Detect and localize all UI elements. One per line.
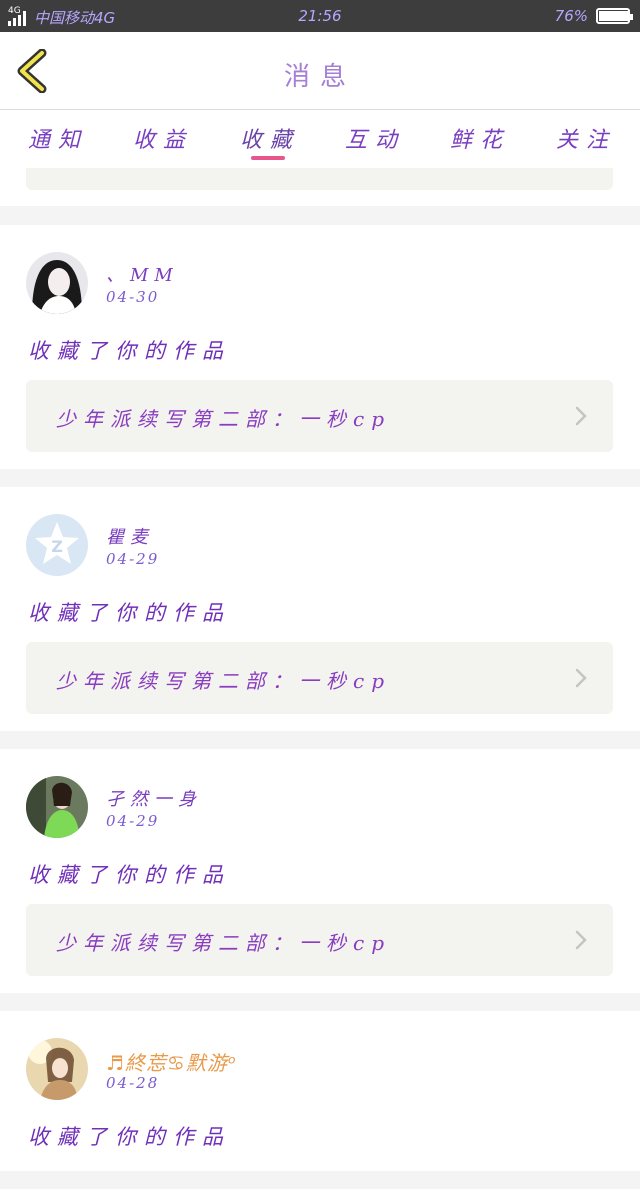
tab-notifications[interactable]: 通知 xyxy=(28,122,88,154)
work-card-partial[interactable] xyxy=(26,168,613,190)
tab-bar: 通知 收益 收藏 互动 鲜花 关注 xyxy=(0,110,640,168)
tab-earnings[interactable]: 收益 xyxy=(133,122,193,154)
tab-following[interactable]: 关注 xyxy=(556,122,616,154)
list-item: Z 瞿麦 04-29 收藏了你的作品 少年派续写第二部：一秒cp xyxy=(0,487,640,731)
chevron-right-icon xyxy=(575,930,587,950)
item-date: 04-28 xyxy=(106,1074,160,1092)
avatar[interactable] xyxy=(26,1038,88,1100)
avatar[interactable]: Z xyxy=(26,514,88,576)
list-item: 孑然一身 04-29 收藏了你的作品 少年派续写第二部：一秒cp xyxy=(0,749,640,993)
action-text: 收藏了你的作品 xyxy=(28,339,231,363)
user-name[interactable]: ♬終莣♋默游ᵒ xyxy=(106,1047,237,1076)
item-date: 04-29 xyxy=(106,812,160,830)
svg-text:Z: Z xyxy=(51,537,63,556)
status-right: 76% xyxy=(554,7,633,25)
status-bar: 4G 中国移动4G 21:56 76% xyxy=(0,0,640,32)
user-name[interactable]: 、MM xyxy=(106,261,179,287)
action-text: 收藏了你的作品 xyxy=(28,1125,231,1149)
avatar[interactable] xyxy=(26,252,88,314)
action-text: 收藏了你的作品 xyxy=(28,601,231,625)
work-card[interactable]: 少年派续写第二部：一秒cp xyxy=(26,642,613,714)
page-header: 消息 xyxy=(0,32,640,110)
work-title: 少年派续写第二部：一秒cp xyxy=(56,669,392,693)
tab-interactions[interactable]: 互动 xyxy=(345,122,405,154)
item-date: 04-30 xyxy=(106,288,160,306)
active-tab-indicator xyxy=(251,156,285,160)
tab-favorites[interactable]: 收藏 xyxy=(240,122,300,154)
list-item-partial xyxy=(0,168,640,206)
action-text: 收藏了你的作品 xyxy=(28,863,231,887)
item-date: 04-29 xyxy=(106,550,160,568)
work-title: 少年派续写第二部：一秒cp xyxy=(56,931,392,955)
page-title: 消息 xyxy=(283,62,356,92)
chevron-right-icon xyxy=(575,406,587,426)
battery-percent: 76% xyxy=(554,7,588,25)
avatar[interactable] xyxy=(26,776,88,838)
status-time: 21:56 xyxy=(298,7,342,25)
user-name[interactable]: 瞿麦 xyxy=(106,523,154,549)
user-name[interactable]: 孑然一身 xyxy=(106,785,202,811)
battery-icon xyxy=(596,8,633,24)
work-card[interactable]: 少年派续写第二部：一秒cp xyxy=(26,904,613,976)
list-item: ♬終莣♋默游ᵒ 04-28 收藏了你的作品 xyxy=(0,1011,640,1171)
list-item: 、MM 04-30 收藏了你的作品 少年派续写第二部：一秒cp xyxy=(0,225,640,469)
chevron-right-icon xyxy=(575,668,587,688)
favorites-feed: 、MM 04-30 收藏了你的作品 少年派续写第二部：一秒cp Z 瞿麦 04-… xyxy=(0,225,640,1189)
work-card[interactable]: 少年派续写第二部：一秒cp xyxy=(26,380,613,452)
tab-flowers[interactable]: 鲜花 xyxy=(450,122,510,154)
work-title: 少年派续写第二部：一秒cp xyxy=(56,407,392,431)
